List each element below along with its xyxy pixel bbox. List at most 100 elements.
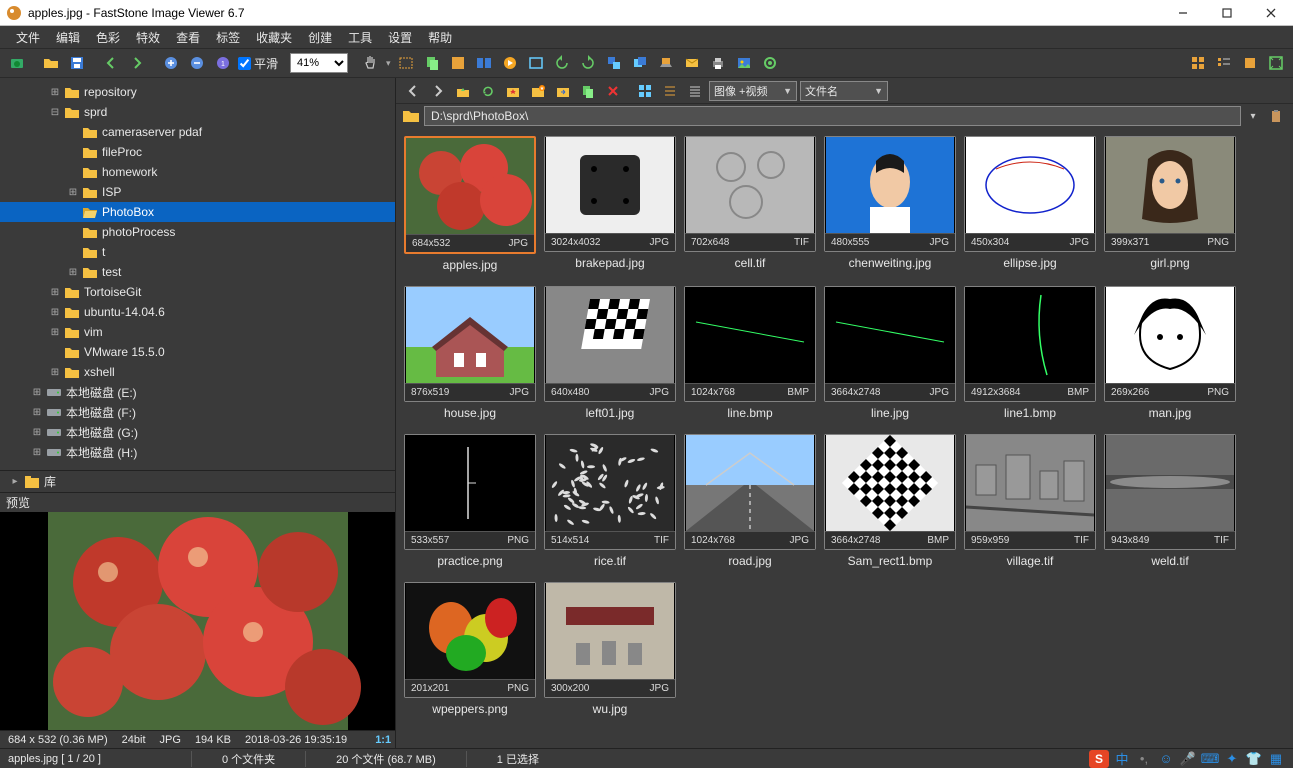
thumb-line-jpg[interactable]: 3664x2748JPGline.jpg [824, 286, 956, 420]
tree-item-fileProc[interactable]: fileProc [0, 142, 395, 162]
folder-tree[interactable]: ⊞repository⊟sprdcameraserver pdaffilePro… [0, 78, 395, 470]
view-mode3-icon[interactable] [684, 80, 706, 102]
clipboard-icon[interactable] [1265, 105, 1287, 127]
maximize-button[interactable] [1205, 0, 1249, 26]
nav-fwd2-icon[interactable] [427, 80, 449, 102]
tree-item-VMware1550[interactable]: VMware 15.5.0 [0, 342, 395, 362]
thumb-brakepad-jpg[interactable]: 3024x4032JPGbrakepad.jpg [544, 136, 676, 272]
copy-to-icon[interactable] [577, 80, 599, 102]
thumb-rice-tif[interactable]: 514x514TIFrice.tif [544, 434, 676, 568]
expand-icon[interactable]: ⊞ [48, 87, 62, 98]
tray-mic-icon[interactable]: 🎤 [1179, 750, 1197, 768]
sort-combo[interactable]: 文件名▼ [800, 81, 888, 101]
refresh-icon[interactable] [477, 80, 499, 102]
email-icon[interactable] [681, 52, 703, 74]
tree-item-F[interactable]: ⊞本地磁盘 (F:) [0, 402, 395, 422]
tree-item-ubuntu14046[interactable]: ⊞ubuntu-14.04.6 [0, 302, 395, 322]
thumb-house-jpg[interactable]: 876x519JPGhouse.jpg [404, 286, 536, 420]
tree-item-test[interactable]: ⊞test [0, 262, 395, 282]
hand-icon[interactable] [360, 52, 382, 74]
expand-icon[interactable]: ⊞ [30, 427, 44, 438]
tree-item-xshell[interactable]: ⊞xshell [0, 362, 395, 382]
thumbnail-area[interactable]: 684x532JPGapples.jpg3024x4032JPGbrakepad… [396, 128, 1293, 748]
menu-工具[interactable]: 工具 [340, 27, 380, 48]
tray-shirt-icon[interactable]: 👕 [1245, 750, 1263, 768]
tree-item-repository[interactable]: ⊞repository [0, 82, 395, 102]
view-details-icon[interactable] [1213, 52, 1235, 74]
path-dropdown-icon[interactable]: ▾ [1245, 111, 1261, 122]
menu-色彩[interactable]: 色彩 [88, 27, 128, 48]
expand-icon[interactable]: ⊞ [30, 407, 44, 418]
menu-创建[interactable]: 创建 [300, 27, 340, 48]
menu-文件[interactable]: 文件 [8, 27, 48, 48]
delete-icon[interactable] [602, 80, 624, 102]
expand-icon[interactable]: ⊞ [66, 187, 80, 198]
view-thumbnails-icon[interactable] [1187, 52, 1209, 74]
thumb-village-tif[interactable]: 959x959TIFvillage.tif [964, 434, 1096, 568]
menu-编辑[interactable]: 编辑 [48, 27, 88, 48]
ime-lang-icon[interactable]: 中 [1113, 750, 1131, 768]
preview-pane[interactable] [0, 512, 395, 730]
menu-标签[interactable]: 标签 [208, 27, 248, 48]
rotate-right-icon[interactable] [577, 52, 599, 74]
thumb-practice-png[interactable]: 533x557PNGpractice.png [404, 434, 536, 568]
scan-icon[interactable] [655, 52, 677, 74]
smooth-checkbox[interactable]: 平滑 [238, 55, 278, 72]
rotate-left-icon[interactable] [551, 52, 573, 74]
expand-icon[interactable]: ⊞ [48, 367, 62, 378]
tree-item-TortoiseGit[interactable]: ⊞TortoiseGit [0, 282, 395, 302]
thumb-left01-jpg[interactable]: 640x480JPGleft01.jpg [544, 286, 676, 420]
zoom-actual-icon[interactable]: 1 [212, 52, 234, 74]
expand-icon[interactable]: ⊞ [48, 287, 62, 298]
nav-forward-icon[interactable] [126, 52, 148, 74]
nav-back2-icon[interactable] [402, 80, 424, 102]
compare-icon[interactable] [473, 52, 495, 74]
tree-item-E[interactable]: ⊞本地磁盘 (E:) [0, 382, 395, 402]
view-single-icon[interactable] [1239, 52, 1261, 74]
menu-收藏夹[interactable]: 收藏夹 [248, 27, 300, 48]
thumb-wpeppers-png[interactable]: 201x201PNGwpeppers.png [404, 582, 536, 716]
menu-查看[interactable]: 查看 [168, 27, 208, 48]
cut-icon[interactable] [447, 52, 469, 74]
slideshow-icon[interactable] [499, 52, 521, 74]
wallpaper-icon[interactable] [733, 52, 755, 74]
tray-keyboard-icon[interactable]: ⌨ [1201, 750, 1219, 768]
expand-icon[interactable]: ⊞ [30, 447, 44, 458]
tray-tool-icon[interactable]: ✦ [1223, 750, 1241, 768]
thumb-line-bmp[interactable]: 1024x768BMPline.bmp [684, 286, 816, 420]
thumb-road-jpg[interactable]: 1024x768JPGroad.jpg [684, 434, 816, 568]
menu-帮助[interactable]: 帮助 [420, 27, 460, 48]
clone-icon[interactable] [629, 52, 651, 74]
move-to-icon[interactable] [552, 80, 574, 102]
thumb-line1-bmp[interactable]: 4912x3684BMPline1.bmp [964, 286, 1096, 420]
filter-combo[interactable]: 图像 +视频▼ [709, 81, 797, 101]
save-icon[interactable] [66, 52, 88, 74]
thumb-weld-tif[interactable]: 943x849TIFweld.tif [1104, 434, 1236, 568]
settings-icon[interactable] [759, 52, 781, 74]
thumb-ellipse-jpg[interactable]: 450x304JPGellipse.jpg [964, 136, 1096, 272]
tray-emoji-icon[interactable]: ☺ [1157, 750, 1175, 768]
new-folder-icon[interactable]: ★ [527, 80, 549, 102]
thumb-chenweiting-jpg[interactable]: 480x555JPGchenweiting.jpg [824, 136, 956, 272]
nav-back-icon[interactable] [100, 52, 122, 74]
thumb-cell-tif[interactable]: 702x648TIFcell.tif [684, 136, 816, 272]
tree-item-G[interactable]: ⊞本地磁盘 (G:) [0, 422, 395, 442]
collapse-icon[interactable]: ⊟ [48, 107, 62, 118]
tree-item-vim[interactable]: ⊞vim [0, 322, 395, 342]
thumb-girl-png[interactable]: 399x371PNGgirl.png [1104, 136, 1236, 272]
expand-icon[interactable]: ⊞ [66, 267, 80, 278]
print-icon[interactable] [707, 52, 729, 74]
resize-icon[interactable] [603, 52, 625, 74]
tree-item-t[interactable]: t [0, 242, 395, 262]
tree-item-ISP[interactable]: ⊞ISP [0, 182, 395, 202]
thumb-wu-jpg[interactable]: 300x200JPGwu.jpg [544, 582, 676, 716]
view-mode2-icon[interactable] [659, 80, 681, 102]
zoom-select[interactable]: 41% [290, 53, 348, 73]
zoom-in-icon[interactable] [160, 52, 182, 74]
tree-item-cameraserverpdaf[interactable]: cameraserver pdaf [0, 122, 395, 142]
fullscreen-icon[interactable] [525, 52, 547, 74]
up-folder-icon[interactable] [452, 80, 474, 102]
close-button[interactable] [1249, 0, 1293, 26]
tree-item-homework[interactable]: homework [0, 162, 395, 182]
tree-item-H[interactable]: ⊞本地磁盘 (H:) [0, 442, 395, 462]
